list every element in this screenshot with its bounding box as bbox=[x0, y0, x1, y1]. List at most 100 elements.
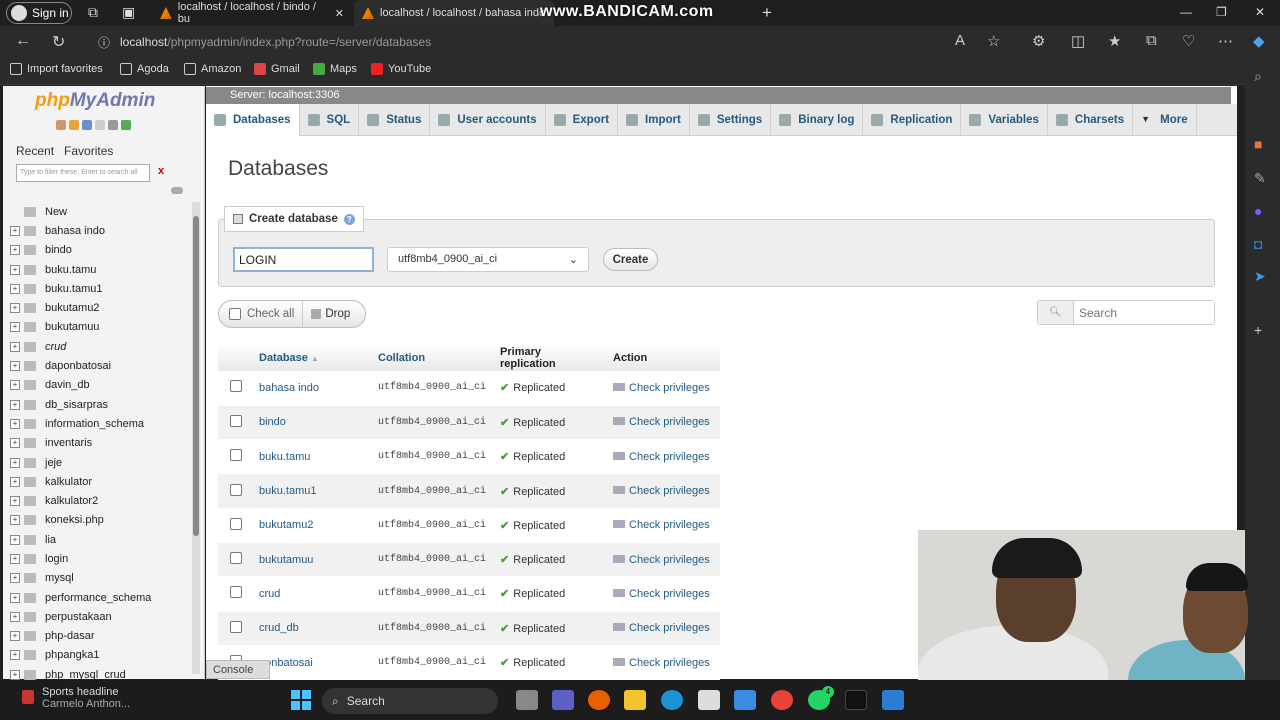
tab-favorites[interactable]: Favorites bbox=[64, 144, 113, 158]
expand-icon[interactable]: + bbox=[10, 534, 20, 545]
menu-tab-import[interactable]: Import bbox=[618, 104, 690, 136]
store-icon[interactable] bbox=[734, 690, 756, 710]
sql-docs-icon[interactable] bbox=[95, 120, 105, 130]
tree-item-label[interactable]: jeje bbox=[45, 457, 62, 469]
tree-item-database[interactable]: + bindo bbox=[10, 241, 190, 260]
expand-icon[interactable]: + bbox=[10, 361, 20, 372]
tree-item-database[interactable]: + information_schema bbox=[10, 414, 190, 433]
start-button-icon[interactable] bbox=[291, 690, 311, 710]
tree-item-database[interactable]: + jeje bbox=[10, 453, 190, 472]
performance-icon[interactable]: ♡ bbox=[1182, 32, 1195, 50]
menu-tab-more[interactable]: ▼ More bbox=[1133, 104, 1197, 136]
menu-tab-binary-log[interactable]: Binary log bbox=[771, 104, 864, 136]
tree-item-label[interactable]: bukutamu2 bbox=[45, 302, 99, 314]
expand-icon[interactable]: + bbox=[10, 341, 20, 352]
edge-icon[interactable] bbox=[661, 690, 683, 710]
expand-icon[interactable]: + bbox=[10, 631, 20, 642]
expand-icon[interactable]: + bbox=[10, 553, 20, 564]
expand-icon[interactable]: + bbox=[10, 283, 20, 294]
row-checkbox[interactable] bbox=[230, 586, 242, 599]
copilot-icon[interactable]: ◆ bbox=[1253, 32, 1265, 50]
favorite-amazon[interactable]: Amazon bbox=[184, 63, 241, 75]
db-filter-input[interactable]: Type to filter these, Enter to search al… bbox=[16, 164, 150, 182]
console-toggle[interactable]: Console bbox=[206, 660, 270, 679]
favorites-icon[interactable]: ★ bbox=[1108, 32, 1121, 50]
favorite-import[interactable]: Import favorites bbox=[10, 63, 103, 75]
tree-item-label[interactable]: kalkulator2 bbox=[45, 495, 98, 507]
expand-icon[interactable]: + bbox=[10, 592, 20, 603]
add-sidebar-app-icon[interactable]: + bbox=[1254, 322, 1262, 338]
tree-item-label[interactable]: buku.tamu bbox=[45, 264, 96, 276]
favorite-star-icon[interactable]: ☆ bbox=[987, 32, 1000, 50]
tree-item-label[interactable]: koneksi.php bbox=[45, 514, 104, 526]
tree-item-database[interactable]: + performance_schema bbox=[10, 588, 190, 607]
split-screen-icon[interactable]: ◫ bbox=[1071, 32, 1085, 50]
menu-tab-sql[interactable]: SQL bbox=[300, 104, 360, 136]
tree-item-label[interactable]: db_sisarpras bbox=[45, 399, 108, 411]
database-link[interactable]: buku.tamu bbox=[252, 439, 371, 475]
check-privileges-link[interactable]: Check privileges bbox=[606, 473, 720, 509]
scrollbar-thumb[interactable] bbox=[193, 216, 199, 536]
tree-item-label[interactable]: bahasa indo bbox=[45, 225, 105, 237]
tree-item-label[interactable]: login bbox=[45, 553, 68, 565]
tree-item-database[interactable]: + perpustakaan bbox=[10, 607, 190, 626]
check-privileges-link[interactable]: Check privileges bbox=[606, 405, 720, 441]
tree-item-database[interactable]: + kalkulator bbox=[10, 472, 190, 491]
expand-icon[interactable]: + bbox=[10, 380, 20, 391]
tree-item-label[interactable]: New bbox=[45, 206, 67, 218]
database-link[interactable]: bukutamu2 bbox=[252, 508, 371, 543]
menu-tab-databases[interactable]: Databases bbox=[206, 104, 300, 136]
tree-item-label[interactable]: lia bbox=[45, 534, 56, 546]
expand-icon[interactable]: + bbox=[10, 650, 20, 661]
expand-icon[interactable]: + bbox=[10, 225, 20, 236]
expand-icon[interactable]: + bbox=[10, 573, 20, 584]
menu-tab-user-accounts[interactable]: User accounts bbox=[430, 104, 546, 136]
menu-tab-replication[interactable]: Replication bbox=[863, 104, 962, 136]
expand-icon[interactable]: + bbox=[10, 496, 20, 507]
taskbar-search[interactable]: ⌕ Search bbox=[322, 688, 498, 714]
tree-item-database[interactable]: + bukutamuu bbox=[10, 318, 190, 337]
check-privileges-link[interactable]: Check privileges bbox=[606, 508, 720, 543]
menu-tab-variables[interactable]: Variables bbox=[961, 104, 1048, 136]
tree-item-label[interactable]: performance_schema bbox=[45, 592, 151, 604]
news-widget[interactable]: Sports headline Carmelo Anthon... bbox=[22, 686, 130, 710]
check-all-checkbox[interactable] bbox=[229, 308, 241, 320]
tree-item-label[interactable]: crud bbox=[45, 341, 66, 353]
chrome-icon[interactable] bbox=[771, 690, 793, 710]
row-checkbox[interactable] bbox=[230, 380, 242, 393]
tree-item-database[interactable]: + koneksi.php bbox=[10, 511, 190, 530]
database-link[interactable]: buku.tamu1 bbox=[252, 473, 371, 509]
teams-icon[interactable] bbox=[552, 690, 574, 710]
header-collation[interactable]: Collation bbox=[371, 344, 494, 371]
expand-icon[interactable]: + bbox=[10, 399, 20, 410]
check-privileges-link[interactable]: Check privileges bbox=[606, 439, 720, 475]
row-checkbox[interactable] bbox=[230, 620, 242, 633]
row-checkbox[interactable] bbox=[230, 414, 242, 427]
tree-item-database[interactable]: + bukutamu2 bbox=[10, 298, 190, 317]
tree-item-label[interactable]: bukutamuu bbox=[45, 321, 99, 333]
expand-icon[interactable]: + bbox=[10, 245, 20, 256]
check-privileges-link[interactable]: Check privileges bbox=[606, 542, 720, 578]
tree-item-new[interactable]: New bbox=[10, 202, 190, 221]
create-button[interactable]: Create bbox=[603, 248, 658, 271]
header-database[interactable]: Database ▲ bbox=[252, 344, 371, 371]
tree-item-database[interactable]: + phpangka1 bbox=[10, 646, 190, 665]
collections-icon[interactable]: ⧉ bbox=[1146, 32, 1157, 49]
workspaces-icon[interactable]: ⧉ bbox=[88, 4, 98, 21]
tree-item-label[interactable]: information_schema bbox=[45, 418, 144, 430]
reload-nav-icon[interactable] bbox=[121, 120, 131, 130]
favorite-agoda[interactable]: Agoda bbox=[120, 63, 169, 75]
back-icon[interactable]: ← bbox=[15, 32, 31, 50]
menu-tab-status[interactable]: Status bbox=[359, 104, 431, 136]
tree-item-database[interactable]: + login bbox=[10, 549, 190, 568]
new-tab-icon[interactable]: + bbox=[762, 3, 772, 23]
tree-item-database[interactable]: + lia bbox=[10, 530, 190, 549]
database-name-input[interactable]: LOGIN bbox=[233, 247, 374, 272]
minimize-icon[interactable]: — bbox=[1180, 5, 1192, 19]
tree-item-database[interactable]: + mysql bbox=[10, 569, 190, 588]
tools-icon[interactable]: ✎ bbox=[1254, 170, 1266, 187]
search-input[interactable] bbox=[1074, 301, 1214, 324]
favorite-maps[interactable]: Maps bbox=[313, 63, 357, 75]
database-link[interactable]: bindo bbox=[252, 405, 371, 441]
expand-icon[interactable]: + bbox=[10, 264, 20, 275]
